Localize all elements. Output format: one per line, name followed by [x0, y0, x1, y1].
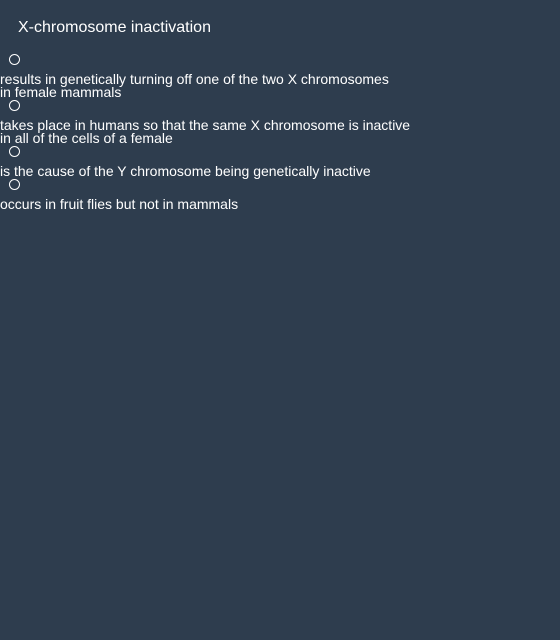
answer-option-text: results in genetically turning off one o… — [0, 72, 560, 100]
answer-option-line: occurs in fruit flies but not in mammals — [0, 196, 239, 212]
answer-option-line: is the cause of the Y chromosome being g… — [0, 163, 371, 179]
answer-option-2[interactable]: takes place in humans so that the same X… — [0, 99, 560, 145]
answer-option-text: occurs in fruit flies but not in mammals — [0, 196, 560, 212]
answer-options: results in genetically turning off one o… — [0, 53, 560, 211]
radio-button-icon[interactable] — [9, 100, 20, 111]
answer-option-text: is the cause of the Y chromosome being g… — [0, 163, 560, 179]
quiz-page: X-chromosome inactivation results in gen… — [0, 0, 560, 640]
radio-button-icon[interactable] — [9, 179, 20, 190]
question-title: X-chromosome inactivation — [18, 19, 211, 36]
answer-option-line: in all of the cells of a female — [0, 130, 173, 146]
radio-button-icon[interactable] — [9, 146, 20, 157]
answer-option-1[interactable]: results in genetically turning off one o… — [0, 53, 560, 99]
answer-option-3[interactable]: is the cause of the Y chromosome being g… — [0, 145, 560, 178]
answer-option-text: takes place in humans so that the same X… — [0, 118, 560, 146]
answer-option-line: in female mammals — [0, 84, 122, 100]
radio-button-icon[interactable] — [9, 54, 20, 65]
answer-option-4[interactable]: occurs in fruit flies but not in mammals — [0, 178, 560, 211]
